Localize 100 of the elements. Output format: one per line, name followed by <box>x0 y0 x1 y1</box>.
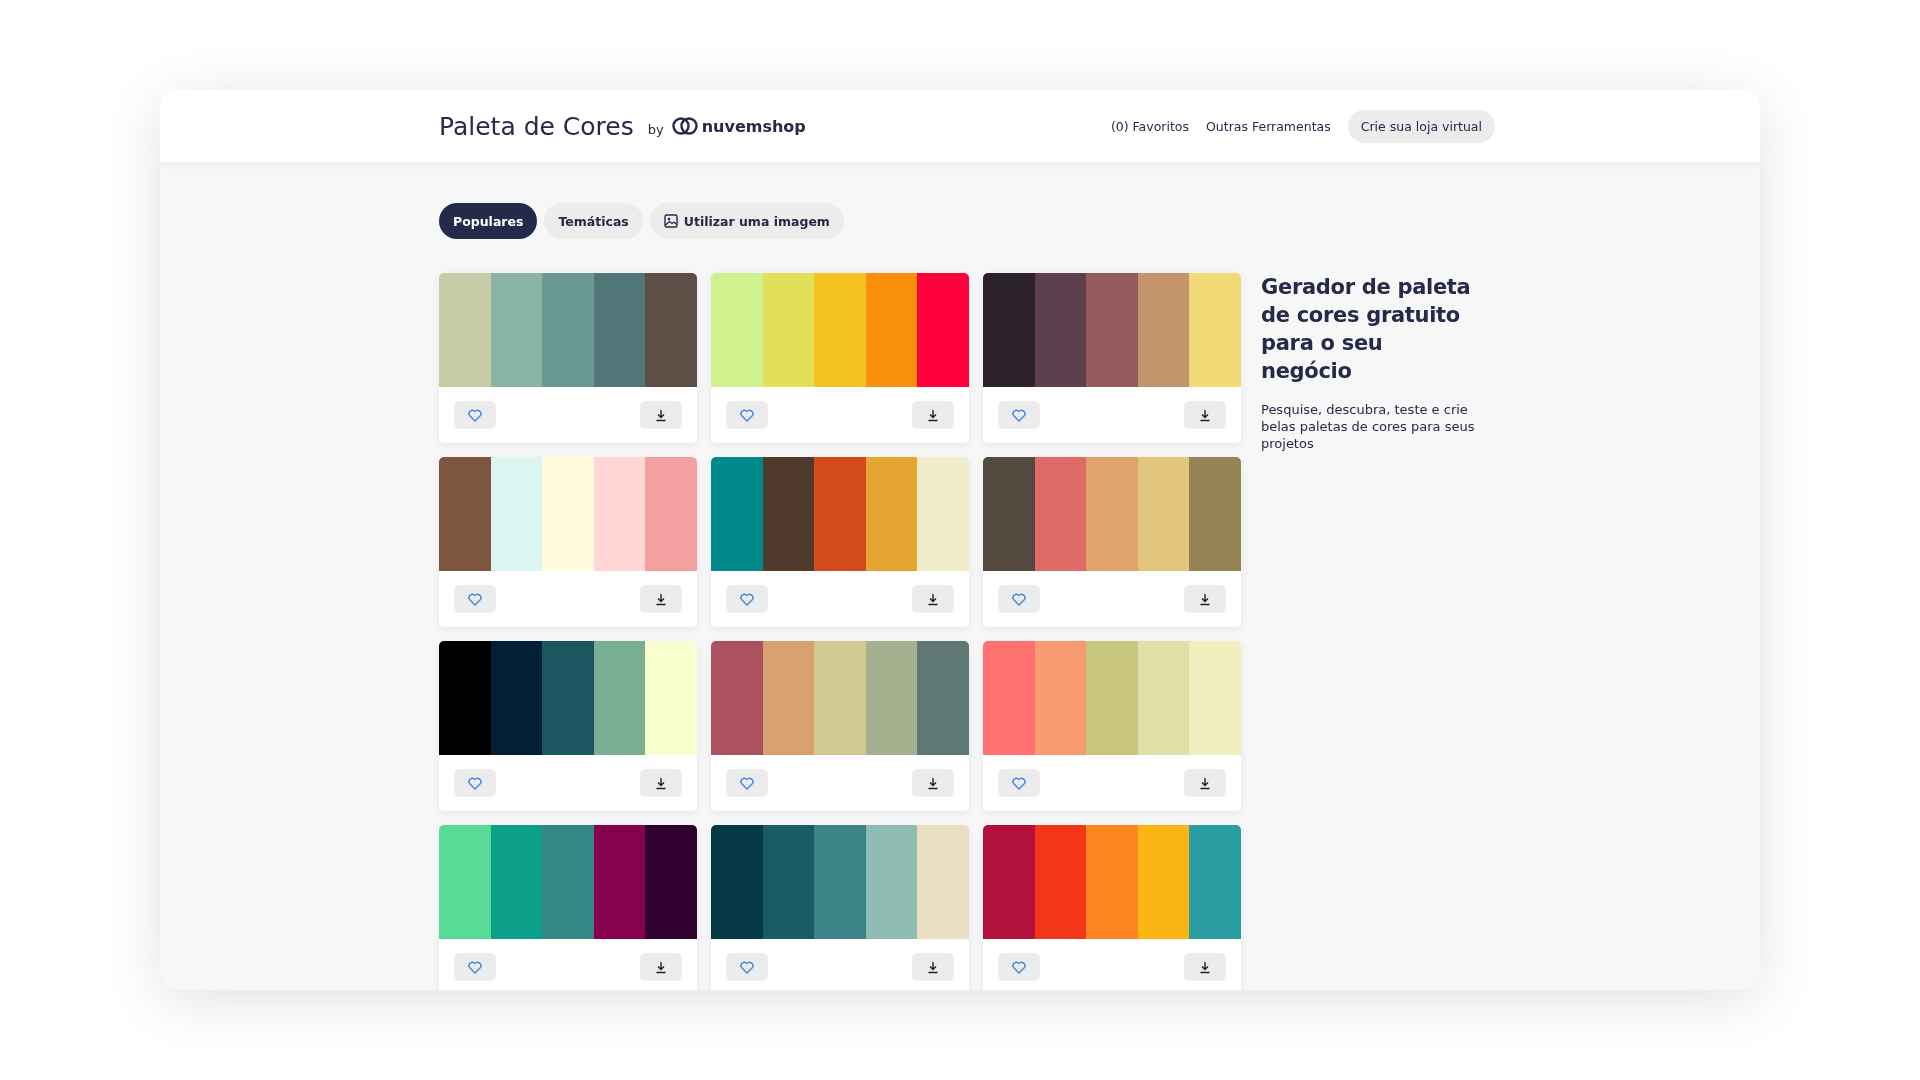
color-swatch[interactable] <box>865 641 918 755</box>
favorite-button[interactable] <box>726 585 768 613</box>
favorite-button[interactable] <box>726 769 768 797</box>
color-swatch[interactable] <box>1189 273 1241 387</box>
color-swatch[interactable] <box>762 825 815 939</box>
by-label: by <box>647 121 664 137</box>
favorite-button[interactable] <box>454 953 496 981</box>
color-swatch[interactable] <box>711 457 763 571</box>
color-swatch[interactable] <box>490 641 543 755</box>
filter-tab[interactable]: Populares <box>439 203 538 239</box>
color-swatch[interactable] <box>1189 457 1241 571</box>
color-swatch[interactable] <box>1137 825 1190 939</box>
color-swatch[interactable] <box>762 457 815 571</box>
color-swatch[interactable] <box>983 457 1035 571</box>
color-swatch[interactable] <box>917 825 969 939</box>
color-swatch[interactable] <box>711 273 763 387</box>
filter-tab[interactable]: Temáticas <box>544 203 643 239</box>
color-swatch[interactable] <box>1086 457 1138 571</box>
color-swatch[interactable] <box>1189 825 1241 939</box>
download-button[interactable] <box>1184 401 1226 429</box>
favorite-button[interactable] <box>998 585 1040 613</box>
favorite-button[interactable] <box>998 769 1040 797</box>
create-store-button[interactable]: Crie sua loja virtual <box>1347 109 1495 143</box>
color-swatch[interactable] <box>917 273 969 387</box>
color-swatch[interactable] <box>1034 641 1087 755</box>
color-swatch[interactable] <box>542 641 594 755</box>
color-swatch[interactable] <box>439 825 491 939</box>
color-swatch[interactable] <box>1086 825 1138 939</box>
color-swatch[interactable] <box>814 457 866 571</box>
color-swatch[interactable] <box>645 273 697 387</box>
download-button[interactable] <box>912 953 954 981</box>
heart-icon <box>740 776 754 790</box>
color-swatch[interactable] <box>1137 457 1190 571</box>
color-swatch[interactable] <box>490 825 543 939</box>
download-button[interactable] <box>1184 585 1226 613</box>
color-swatch[interactable] <box>1086 641 1138 755</box>
favorite-button[interactable] <box>454 401 496 429</box>
color-swatch[interactable] <box>762 641 815 755</box>
color-swatch[interactable] <box>542 273 594 387</box>
favorite-button[interactable] <box>726 953 768 981</box>
color-swatch[interactable] <box>1034 273 1087 387</box>
download-icon <box>655 408 667 422</box>
heart-icon <box>468 592 482 606</box>
heart-icon <box>740 592 754 606</box>
color-swatch[interactable] <box>593 825 646 939</box>
nav-link[interactable]: Outras Ferramentas <box>1206 118 1331 134</box>
color-swatch[interactable] <box>1137 273 1190 387</box>
color-swatch[interactable] <box>865 273 918 387</box>
color-swatch[interactable] <box>645 457 697 571</box>
color-swatch[interactable] <box>983 641 1035 755</box>
download-icon <box>1199 408 1211 422</box>
color-swatch[interactable] <box>865 825 918 939</box>
favorite-button[interactable] <box>998 401 1040 429</box>
color-swatch[interactable] <box>593 457 646 571</box>
download-button[interactable] <box>1184 769 1226 797</box>
download-button[interactable] <box>640 401 682 429</box>
color-swatch[interactable] <box>711 641 763 755</box>
color-swatch[interactable] <box>917 641 969 755</box>
color-swatch[interactable] <box>593 641 646 755</box>
nav-link[interactable]: (0) Favoritos <box>1110 118 1189 134</box>
color-swatch[interactable] <box>593 273 646 387</box>
favorite-button[interactable] <box>454 769 496 797</box>
color-swatch[interactable] <box>490 273 543 387</box>
color-swatch[interactable] <box>1034 825 1087 939</box>
download-button[interactable] <box>912 401 954 429</box>
download-button[interactable] <box>640 953 682 981</box>
color-swatch[interactable] <box>814 641 866 755</box>
color-swatch[interactable] <box>645 641 697 755</box>
color-swatch[interactable] <box>490 457 543 571</box>
favorite-button[interactable] <box>726 401 768 429</box>
color-swatch[interactable] <box>645 825 697 939</box>
color-swatch[interactable] <box>814 273 866 387</box>
color-swatch[interactable] <box>814 825 866 939</box>
download-button[interactable] <box>1184 953 1226 981</box>
color-swatch[interactable] <box>983 825 1035 939</box>
color-swatch[interactable] <box>439 641 491 755</box>
color-swatch[interactable] <box>542 457 594 571</box>
favorite-button[interactable] <box>454 585 496 613</box>
color-swatch[interactable] <box>1086 273 1138 387</box>
color-swatch[interactable] <box>762 273 815 387</box>
color-swatch[interactable] <box>1189 641 1241 755</box>
rings-logo-icon <box>671 116 698 136</box>
color-swatch[interactable] <box>1034 457 1087 571</box>
color-swatch[interactable] <box>439 457 491 571</box>
color-swatch[interactable] <box>542 825 594 939</box>
color-swatch[interactable] <box>1137 641 1190 755</box>
color-swatch[interactable] <box>865 457 918 571</box>
download-button[interactable] <box>912 585 954 613</box>
color-swatch[interactable] <box>711 825 763 939</box>
color-swatch[interactable] <box>917 457 969 571</box>
color-swatch[interactable] <box>983 273 1035 387</box>
download-icon <box>1199 592 1211 606</box>
filter-tab[interactable]: Utilizar uma imagem <box>649 203 844 239</box>
color-swatch[interactable] <box>439 273 491 387</box>
image-icon <box>663 214 678 228</box>
favorite-button[interactable] <box>998 953 1040 981</box>
download-button[interactable] <box>640 585 682 613</box>
download-button[interactable] <box>912 769 954 797</box>
heart-icon <box>468 408 482 422</box>
download-button[interactable] <box>640 769 682 797</box>
